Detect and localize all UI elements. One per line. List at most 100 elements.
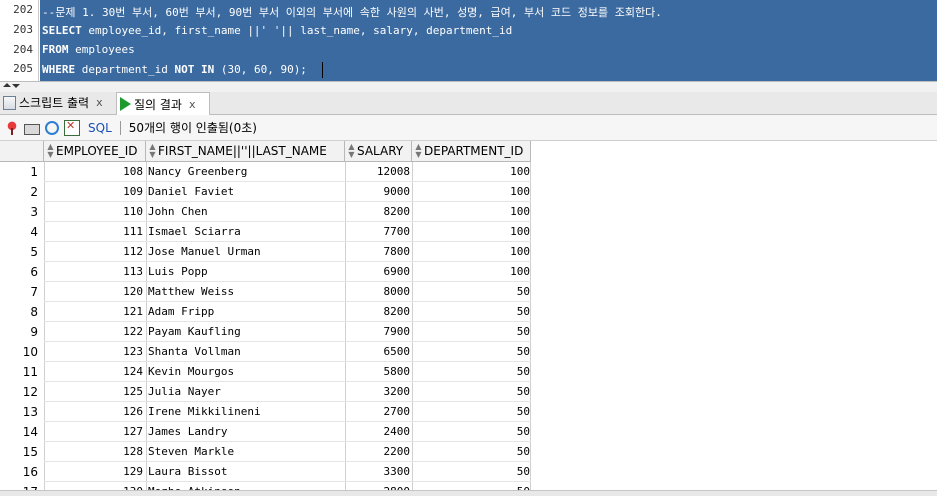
department-id-cell[interactable]: 100 (412, 242, 531, 262)
department-id-cell[interactable]: 50 (412, 442, 531, 462)
department-id-cell[interactable]: 50 (412, 362, 531, 382)
department-id-cell[interactable]: 50 (412, 302, 531, 322)
salary-cell[interactable]: 2400 (345, 422, 410, 442)
table-row[interactable]: 8 121 Adam Fripp 8200 50 (0, 302, 531, 322)
tab-query-result[interactable]: 질의 결과 x (116, 92, 210, 115)
department-id-cell[interactable]: 50 (412, 282, 531, 302)
table-row[interactable]: 14 127 James Landry 2400 50 (0, 422, 531, 442)
employee-id-cell[interactable]: 111 (44, 222, 143, 242)
salary-cell[interactable]: 2200 (345, 442, 410, 462)
sql-editor[interactable]: 202 203 204 205 --문제 1. 30번 부서, 60번 부서, … (0, 0, 937, 81)
department-id-cell[interactable]: 50 (412, 422, 531, 442)
salary-cell[interactable]: 2700 (345, 402, 410, 422)
full-name-cell[interactable]: John Chen (146, 202, 347, 222)
department-id-cell[interactable]: 50 (412, 402, 531, 422)
horizontal-scrollbar[interactable] (0, 490, 937, 496)
employee-id-cell[interactable]: 125 (44, 382, 143, 402)
department-id-cell[interactable]: 100 (412, 162, 531, 182)
table-row[interactable]: 15 128 Steven Markle 2200 50 (0, 442, 531, 462)
column-header-salary[interactable]: ▲ ▼ SALARY (345, 141, 412, 162)
full-name-cell[interactable]: Luis Popp (146, 262, 347, 282)
employee-id-cell[interactable]: 121 (44, 302, 143, 322)
close-tab-button[interactable]: x (96, 96, 103, 109)
table-row[interactable]: 2 109 Daniel Faviet 9000 100 (0, 182, 531, 202)
department-id-cell[interactable]: 50 (412, 382, 531, 402)
table-row[interactable]: 9 122 Payam Kaufling 7900 50 (0, 322, 531, 342)
code-line-comment[interactable]: --문제 1. 30번 부서, 60번 부서, 90번 부서 이외의 부서에 속… (42, 4, 662, 20)
table-row[interactable]: 3 110 John Chen 8200 100 (0, 202, 531, 222)
employee-id-cell[interactable]: 113 (44, 262, 143, 282)
employee-id-cell[interactable]: 126 (44, 402, 143, 422)
department-id-cell[interactable]: 50 (412, 342, 531, 362)
salary-cell[interactable]: 7800 (345, 242, 410, 262)
refresh-icon[interactable] (45, 120, 59, 135)
department-id-cell[interactable]: 100 (412, 182, 531, 202)
full-name-cell[interactable]: Irene Mikkilineni (146, 402, 347, 422)
department-id-cell[interactable]: 50 (412, 462, 531, 482)
column-header-employee-id[interactable]: ▲ ▼ EMPLOYEE_ID (44, 141, 146, 162)
print-icon[interactable] (24, 124, 40, 135)
table-row[interactable]: 1 108 Nancy Greenberg 12008 100 (0, 162, 531, 182)
employee-id-cell[interactable]: 122 (44, 322, 143, 342)
table-row[interactable]: 13 126 Irene Mikkilineni 2700 50 (0, 402, 531, 422)
export-icon[interactable] (64, 119, 80, 136)
salary-cell[interactable]: 7900 (345, 322, 410, 342)
column-header-department-id[interactable]: ▲ ▼ DEPARTMENT_ID (412, 141, 531, 162)
close-tab-button[interactable]: x (189, 98, 196, 111)
full-name-cell[interactable]: Matthew Weiss (146, 282, 347, 302)
employee-id-cell[interactable]: 129 (44, 462, 143, 482)
salary-cell[interactable]: 8000 (345, 282, 410, 302)
code-line-select[interactable]: SELECT employee_id, first_name ||' '|| l… (42, 24, 512, 37)
full-name-cell[interactable]: Ismael Sciarra (146, 222, 347, 242)
table-row[interactable]: 4 111 Ismael Sciarra 7700 100 (0, 222, 531, 242)
salary-cell[interactable]: 5800 (345, 362, 410, 382)
department-id-cell[interactable]: 100 (412, 202, 531, 222)
code-line-where[interactable]: WHERE department_id NOT IN (30, 60, 90); (42, 63, 307, 76)
result-grid[interactable]: ▲ ▼ EMPLOYEE_ID ▲ ▼ FIRST_NAME||''||LAST_NAM… (0, 141, 937, 495)
employee-id-cell[interactable]: 127 (44, 422, 143, 442)
sort-icon[interactable]: ▲ ▼ (149, 143, 156, 159)
full-name-cell[interactable]: Adam Fripp (146, 302, 347, 322)
table-row[interactable]: 12 125 Julia Nayer 3200 50 (0, 382, 531, 402)
sort-icon[interactable]: ▲ ▼ (348, 143, 355, 159)
full-name-cell[interactable]: Nancy Greenberg (146, 162, 347, 182)
tab-script-output[interactable]: 스크립트 출력 x (0, 92, 114, 113)
code-line-from[interactable]: FROM employees (42, 43, 135, 56)
salary-cell[interactable]: 9000 (345, 182, 410, 202)
sort-icon[interactable]: ▲ ▼ (415, 143, 422, 159)
full-name-cell[interactable]: Laura Bissot (146, 462, 347, 482)
full-name-cell[interactable]: Julia Nayer (146, 382, 347, 402)
full-name-cell[interactable]: Payam Kaufling (146, 322, 347, 342)
collapse-down-icon[interactable] (12, 84, 20, 88)
salary-cell[interactable]: 6500 (345, 342, 410, 362)
employee-id-cell[interactable]: 109 (44, 182, 143, 202)
full-name-cell[interactable]: Daniel Faviet (146, 182, 347, 202)
salary-cell[interactable]: 8200 (345, 202, 410, 222)
salary-cell[interactable]: 3300 (345, 462, 410, 482)
column-header-full-name[interactable]: ▲ ▼ FIRST_NAME||''||LAST_NAME (146, 141, 345, 162)
sql-button[interactable]: SQL (88, 121, 112, 135)
table-row[interactable]: 7 120 Matthew Weiss 8000 50 (0, 282, 531, 302)
salary-cell[interactable]: 8200 (345, 302, 410, 322)
salary-cell[interactable]: 6900 (345, 262, 410, 282)
salary-cell[interactable]: 12008 (345, 162, 410, 182)
salary-cell[interactable]: 3200 (345, 382, 410, 402)
department-id-cell[interactable]: 100 (412, 262, 531, 282)
table-row[interactable]: 11 124 Kevin Mourgos 5800 50 (0, 362, 531, 382)
full-name-cell[interactable]: Jose Manuel Urman (146, 242, 347, 262)
employee-id-cell[interactable]: 108 (44, 162, 143, 182)
full-name-cell[interactable]: Kevin Mourgos (146, 362, 347, 382)
employee-id-cell[interactable]: 110 (44, 202, 143, 222)
full-name-cell[interactable]: Shanta Vollman (146, 342, 347, 362)
employee-id-cell[interactable]: 112 (44, 242, 143, 262)
pin-icon[interactable] (5, 120, 19, 135)
department-id-cell[interactable]: 50 (412, 322, 531, 342)
table-row[interactable]: 16 129 Laura Bissot 3300 50 (0, 462, 531, 482)
table-row[interactable]: 6 113 Luis Popp 6900 100 (0, 262, 531, 282)
expand-up-icon[interactable] (3, 83, 11, 87)
employee-id-cell[interactable]: 123 (44, 342, 143, 362)
table-row[interactable]: 5 112 Jose Manuel Urman 7800 100 (0, 242, 531, 262)
sort-icon[interactable]: ▲ ▼ (47, 143, 54, 159)
salary-cell[interactable]: 7700 (345, 222, 410, 242)
full-name-cell[interactable]: Steven Markle (146, 442, 347, 462)
